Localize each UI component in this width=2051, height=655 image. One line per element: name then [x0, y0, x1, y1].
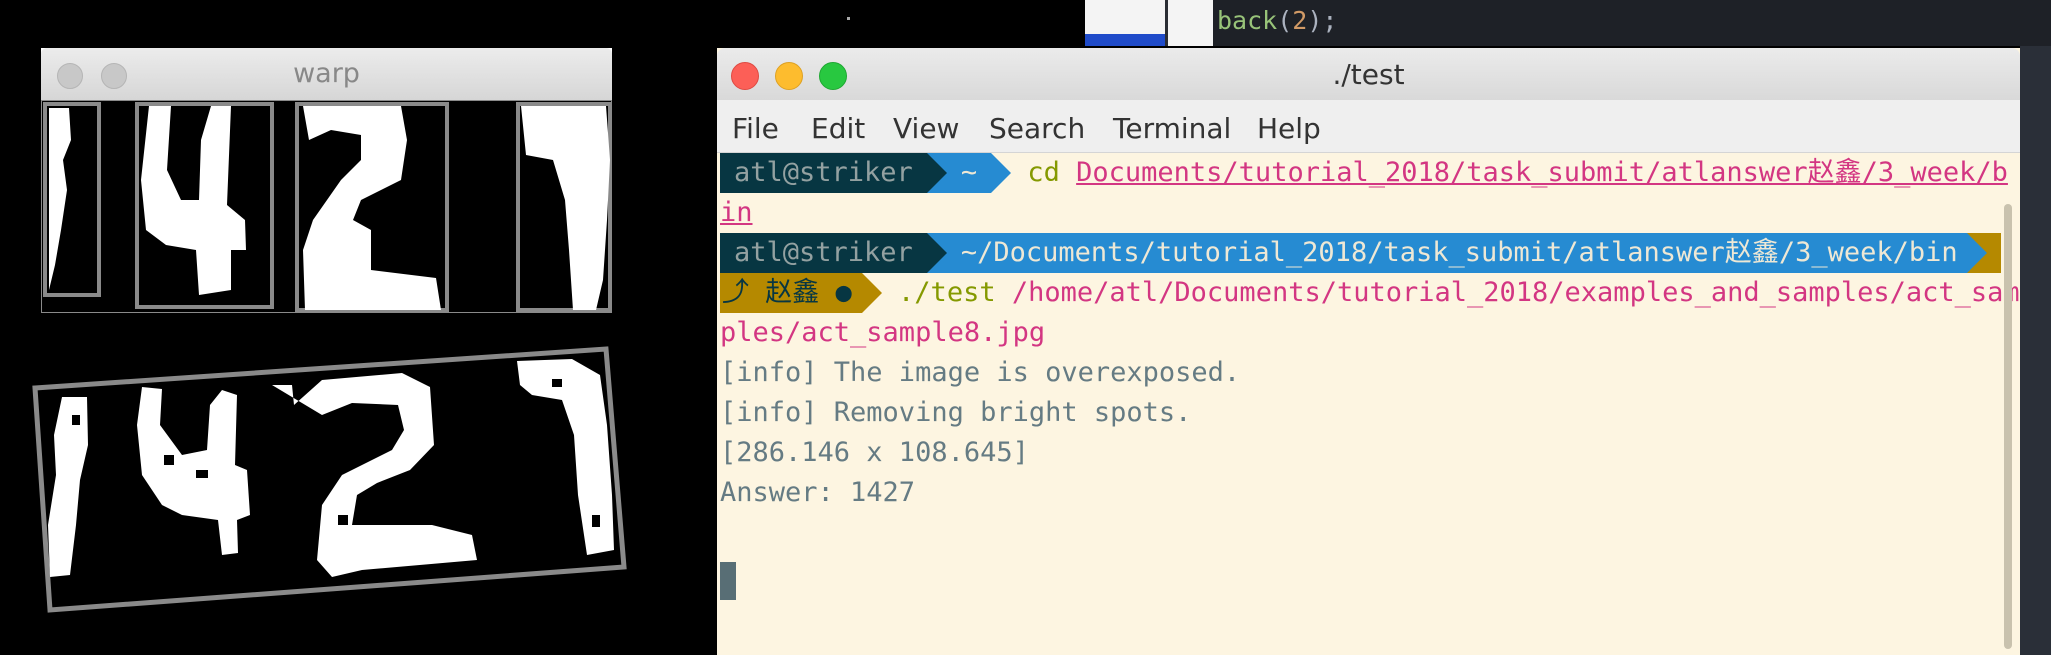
background-editor-window: back(2); [1085, 0, 2051, 46]
menu-search[interactable]: Search [989, 112, 1085, 145]
window-title: ./test [1332, 58, 1405, 91]
prompt-dir: ~/Documents/tutorial_2018/task_submit/at… [960, 237, 1958, 268]
prompt-line-2: atl@striker ~/Documents/tutorial_2018/tas… [720, 233, 2000, 273]
git-branch-segment: ⤴ 赵鑫 ● [720, 273, 862, 313]
terminal-output[interactable]: atl@striker ~ cd Documents/tutorial_2018/… [717, 153, 2020, 655]
background-window-edge [2020, 46, 2051, 655]
menu-terminal[interactable]: Terminal [1113, 112, 1231, 145]
menu-help[interactable]: Help [1257, 112, 1321, 145]
menu-bar: File Edit View Search Terminal Help [717, 100, 2020, 153]
prompt-git-tail-arrow [1967, 233, 1987, 273]
command-line-2: ⤴ 赵鑫 ● ./test /home/atl/Documents/tutori… [720, 273, 2020, 313]
prompt-dir: ~ [946, 153, 992, 193]
command-argument-wrap: in [720, 197, 753, 228]
warp-digits-image [40, 99, 613, 314]
menu-view[interactable]: View [893, 112, 959, 145]
menu-edit[interactable]: Edit [811, 112, 865, 145]
editor-tab-indicator [1085, 34, 1165, 46]
rotated-digits-image [32, 345, 628, 615]
window-title: warp [293, 58, 360, 89]
prompt-line-1: atl@striker ~ cd Documents/tutorial_2018/… [720, 153, 2008, 193]
output-line: Answer: 1427 [720, 477, 916, 508]
output-line: [info] The image is overexposed. [720, 357, 1241, 388]
command: cd [1027, 157, 1060, 188]
rotated-digits-svg [32, 346, 627, 613]
editor-gutter [1168, 0, 1213, 46]
command-argument: Documents/tutorial_2018/task_submit/atla… [1076, 157, 2008, 188]
text-cursor [720, 562, 736, 600]
output-line: [info] Removing bright spots. [720, 397, 1192, 428]
terminal-scrollbar[interactable] [2004, 204, 2012, 649]
command: ./test [898, 277, 996, 308]
terminal-titlebar[interactable]: ./test [717, 48, 2020, 100]
command-argument-wrap: ples/act_sample8.jpg [720, 317, 1046, 348]
warp-titlebar[interactable]: warp [41, 48, 612, 100]
prompt-user-host: atl@striker [720, 153, 927, 193]
output-line: [286.146 x 108.645] [720, 437, 1029, 468]
warp-window: warp [40, 48, 613, 314]
terminal-window: ./test File Edit View Search Terminal He… [717, 48, 2020, 655]
command-argument: /home/atl/Documents/tutorial_2018/exampl… [1011, 277, 2020, 308]
warp-digits-svg [40, 99, 613, 314]
editor-code-line: back(2); [1217, 6, 1338, 35]
desktop-dot [847, 17, 850, 20]
prompt-user-host: atl@striker [720, 233, 927, 273]
menu-file[interactable]: File [732, 112, 779, 145]
